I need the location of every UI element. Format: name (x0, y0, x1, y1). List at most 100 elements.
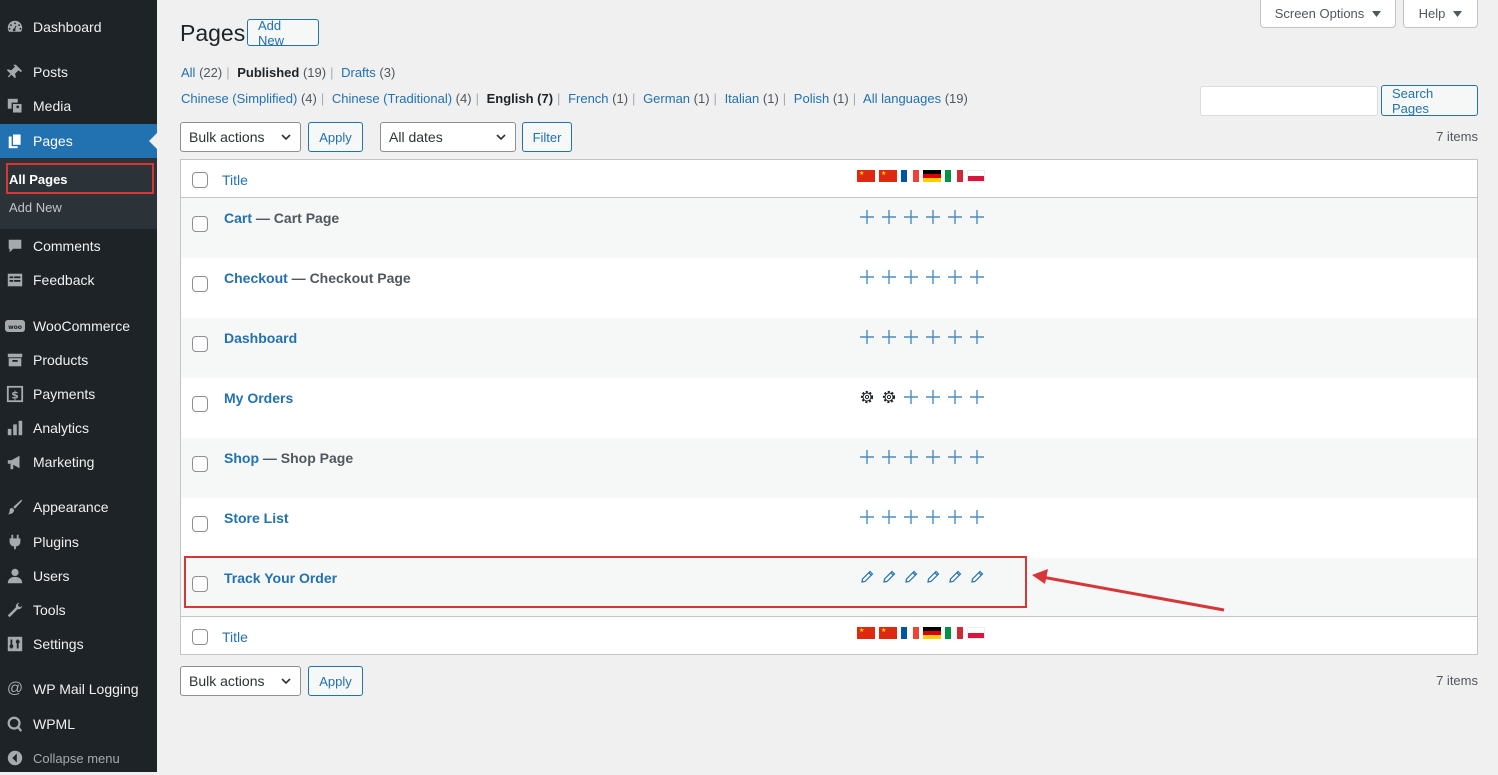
column-title-header[interactable]: Title (222, 172, 248, 188)
menu-products[interactable]: Products (0, 343, 157, 377)
select-all-checkbox-footer[interactable] (192, 629, 208, 645)
menu-analytics[interactable]: Analytics (0, 411, 157, 445)
row-checkbox[interactable] (192, 396, 208, 412)
add-translation-icon[interactable] (924, 448, 942, 466)
filter-button[interactable]: Filter (522, 122, 572, 152)
page-title-link[interactable]: Dashboard (224, 330, 297, 346)
add-translation-icon[interactable] (924, 328, 942, 346)
row-checkbox[interactable] (192, 456, 208, 472)
add-translation-icon[interactable] (968, 388, 986, 406)
row-checkbox[interactable] (192, 216, 208, 232)
add-translation-icon[interactable] (924, 208, 942, 226)
add-translation-icon[interactable] (858, 448, 876, 466)
menu-plugins[interactable]: Plugins (0, 525, 157, 559)
add-translation-icon[interactable] (858, 268, 876, 286)
search-pages-button[interactable]: Search Pages (1381, 85, 1478, 116)
add-translation-icon[interactable] (924, 508, 942, 526)
submenu-add-new[interactable]: Add New (9, 200, 62, 215)
select-all-checkbox[interactable] (192, 172, 208, 188)
add-translation-icon[interactable] (946, 268, 964, 286)
menu-settings[interactable]: Settings (0, 627, 157, 661)
dollar-icon: $ (5, 384, 25, 404)
table-header: Title ★ ★ (181, 160, 1477, 198)
column-title-footer[interactable]: Title (222, 629, 248, 645)
menu-label: Payments (33, 386, 96, 402)
add-translation-icon[interactable] (880, 268, 898, 286)
add-translation-icon[interactable] (968, 328, 986, 346)
menu-marketing[interactable]: Marketing (0, 445, 157, 479)
add-translation-icon[interactable] (946, 388, 964, 406)
add-translation-icon[interactable] (858, 508, 876, 526)
apply-button-bottom[interactable]: Apply (308, 666, 363, 696)
bulk-actions-select[interactable]: Bulk actions (180, 122, 301, 152)
add-translation-icon[interactable] (902, 208, 920, 226)
add-translation-icon[interactable] (902, 508, 920, 526)
bulk-actions-select-bottom[interactable]: Bulk actions (180, 666, 301, 696)
lang-count: (4) (455, 91, 472, 106)
table-row: Cart — Cart Page (181, 198, 1477, 258)
menu-posts[interactable]: Posts (0, 55, 157, 89)
row-checkbox[interactable] (192, 336, 208, 352)
add-translation-icon[interactable] (946, 328, 964, 346)
page-title-link[interactable]: Shop (224, 450, 259, 466)
search-pages-input[interactable] (1200, 86, 1378, 116)
lang-french[interactable]: French (568, 91, 608, 106)
add-translation-icon[interactable] (968, 508, 986, 526)
lang-chinese-traditional[interactable]: Chinese (Traditional) (332, 91, 452, 106)
menu-dashboard[interactable]: Dashboard (0, 10, 157, 44)
add-translation-icon[interactable] (858, 328, 876, 346)
page-title-link[interactable]: Checkout (224, 270, 288, 286)
screen-options-button[interactable]: Screen Options (1260, 0, 1396, 28)
filter-all[interactable]: All (181, 65, 195, 80)
filter-published[interactable]: Published (237, 65, 299, 80)
add-translation-icon[interactable] (946, 208, 964, 226)
apply-button-top[interactable]: Apply (308, 122, 363, 152)
menu-appearance[interactable]: Appearance (0, 490, 157, 524)
add-translation-icon[interactable] (858, 208, 876, 226)
menu-users[interactable]: Users (0, 559, 157, 593)
page-title-link[interactable]: My Orders (224, 390, 293, 406)
lang-italian[interactable]: Italian (725, 91, 760, 106)
menu-wp-mail-logging[interactable]: @ WP Mail Logging (0, 672, 157, 706)
add-translation-icon[interactable] (946, 508, 964, 526)
add-translation-icon[interactable] (946, 448, 964, 466)
menu-pages[interactable]: Pages (0, 124, 157, 158)
page-title-link[interactable]: Cart (224, 210, 252, 226)
add-translation-icon[interactable] (902, 388, 920, 406)
add-translation-icon[interactable] (902, 328, 920, 346)
menu-media[interactable]: Media (0, 89, 157, 123)
lang-german[interactable]: German (643, 91, 690, 106)
menu-feedback[interactable]: Feedback (0, 263, 157, 297)
translation-in-progress-icon[interactable] (880, 388, 898, 406)
dates-select[interactable]: All dates (380, 122, 516, 152)
add-new-button[interactable]: Add New (247, 18, 319, 48)
add-translation-icon[interactable] (924, 268, 942, 286)
translation-in-progress-icon[interactable] (858, 388, 876, 406)
menu-comments[interactable]: Comments (0, 229, 157, 263)
row-checkbox[interactable] (192, 276, 208, 292)
menu-payments[interactable]: $ Payments (0, 377, 157, 411)
lang-all[interactable]: All languages (863, 91, 941, 106)
add-translation-icon[interactable] (924, 388, 942, 406)
add-translation-icon[interactable] (968, 448, 986, 466)
page-title-link[interactable]: Store List (224, 510, 289, 526)
menu-tools[interactable]: Tools (0, 593, 157, 627)
add-translation-icon[interactable] (880, 328, 898, 346)
add-translation-icon[interactable] (902, 268, 920, 286)
collapse-menu[interactable]: Collapse menu (0, 741, 157, 775)
add-translation-icon[interactable] (880, 508, 898, 526)
brush-icon (5, 497, 25, 517)
lang-chinese-simplified[interactable]: Chinese (Simplified) (181, 91, 297, 106)
row-checkbox[interactable] (192, 516, 208, 532)
add-translation-icon[interactable] (880, 208, 898, 226)
add-translation-icon[interactable] (968, 268, 986, 286)
lang-polish[interactable]: Polish (794, 91, 829, 106)
help-button[interactable]: Help (1403, 0, 1478, 28)
menu-woocommerce[interactable]: woo WooCommerce (0, 309, 157, 343)
filter-drafts[interactable]: Drafts (341, 65, 376, 80)
add-translation-icon[interactable] (968, 208, 986, 226)
add-translation-icon[interactable] (902, 448, 920, 466)
lang-english[interactable]: English (487, 91, 534, 106)
menu-wpml[interactable]: WPML (0, 707, 157, 741)
add-translation-icon[interactable] (880, 448, 898, 466)
